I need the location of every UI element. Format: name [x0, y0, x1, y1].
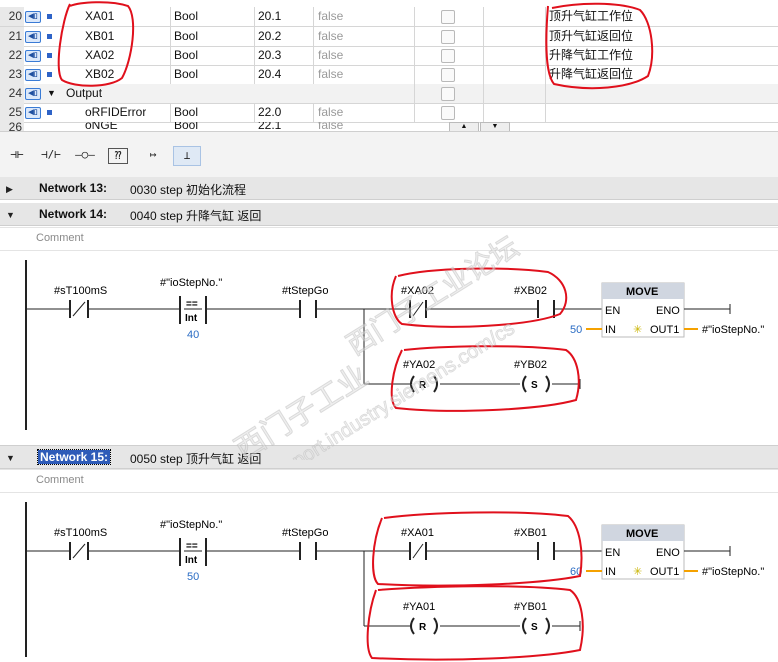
no-contact-tstepgo[interactable] — [299, 542, 317, 560]
coil-button[interactable]: –○– — [72, 146, 98, 164]
move-in: IN — [605, 324, 616, 336]
network-15-comment-box[interactable]: Comment — [0, 469, 778, 493]
move-in: IN — [605, 566, 616, 578]
coil-type: S — [531, 622, 538, 633]
collapse-triangle-icon[interactable]: ▼ — [6, 210, 15, 220]
coil-operand: #YB01 — [514, 601, 547, 613]
empty-box-button[interactable]: ⁇ — [108, 148, 128, 164]
reset-coil-ya01[interactable]: R — [410, 617, 438, 635]
close-branch-button[interactable]: ⊥ — [173, 146, 201, 166]
move-out: OUT1 — [650, 324, 679, 336]
network-13-header[interactable]: ▶ Network 13: 0030 step 初始化流程 — [0, 177, 778, 200]
nc-contact-st100ms[interactable] — [69, 300, 89, 318]
compare-box[interactable]: == Int — [179, 538, 207, 566]
move-title: MOVE — [626, 528, 658, 540]
coil-operand: #YA01 — [403, 601, 435, 613]
network-15-ladder: #sT100mS == Int #"ioStepNo." 50 #tStepGo… — [25, 502, 764, 661]
compare-operator: == — [186, 541, 198, 552]
no-contact-xb01[interactable] — [537, 542, 555, 560]
move-eno: ENO — [656, 547, 680, 559]
set-coil-yb01[interactable]: S — [522, 617, 550, 635]
move-out: OUT1 — [650, 566, 679, 578]
contact-operand: #sT100mS — [54, 527, 107, 539]
compare-operand: #"ioStepNo." — [160, 519, 222, 531]
nc-contact-button[interactable]: ⊣/⊢ — [38, 146, 64, 164]
contact-operand: #sT100mS — [54, 285, 107, 297]
expand-triangle-icon[interactable]: ▶ — [6, 184, 13, 195]
nc-contact-st100ms[interactable] — [69, 542, 89, 560]
compare-type: Int — [185, 555, 198, 566]
forum-watermark: 西门子工业 support.industry.siemens.com/cs 西门… — [229, 230, 524, 460]
sparkle-icon: ✳ — [633, 566, 642, 578]
no-contact-button[interactable]: ⊣⊢ — [4, 146, 30, 164]
move-title: MOVE — [626, 286, 658, 298]
collapse-triangle-icon[interactable]: ▼ — [6, 453, 15, 463]
sparkle-icon: ✳ — [633, 324, 642, 336]
move-eno: ENO — [656, 305, 680, 317]
move-out-var: #"ioStepNo." — [702, 324, 764, 336]
contact-operand: #XA01 — [401, 527, 434, 539]
move-en: EN — [605, 305, 620, 317]
ladder-toolbar: ⊣⊢ ⊣/⊢ –○– ⁇ ↦ ⊥ — [0, 131, 778, 178]
network-label-selected[interactable]: Network 15: — [36, 449, 112, 465]
contact-operand: #tStepGo — [282, 527, 328, 539]
move-box[interactable]: MOVE EN ENO IN OUT1 ✳ — [601, 524, 685, 580]
comment-label: Comment — [36, 474, 84, 486]
move-box[interactable]: MOVE EN ENO IN OUT1 ✳ — [601, 282, 685, 338]
comment-label: Comment — [36, 232, 84, 244]
network-title[interactable]: 0030 step 初始化流程 — [130, 181, 246, 198]
nc-contact-xa01[interactable] — [409, 542, 427, 560]
annotation-overlay — [57, 1, 654, 90]
network-label: Network 14: — [39, 207, 108, 221]
compare-value: 50 — [187, 571, 199, 583]
variable-table: 20 ◀▯ XA01 Bool 20.1 false 顶升气缸工作位 21 ◀▯… — [0, 0, 778, 131]
move-en: EN — [605, 547, 620, 559]
contact-operand: #XB01 — [514, 527, 547, 539]
coil-type: R — [419, 622, 427, 633]
open-branch-button[interactable]: ↦ — [140, 146, 166, 164]
move-out-var: #"ioStepNo." — [702, 566, 764, 578]
network-label: Network 13: — [39, 181, 108, 195]
